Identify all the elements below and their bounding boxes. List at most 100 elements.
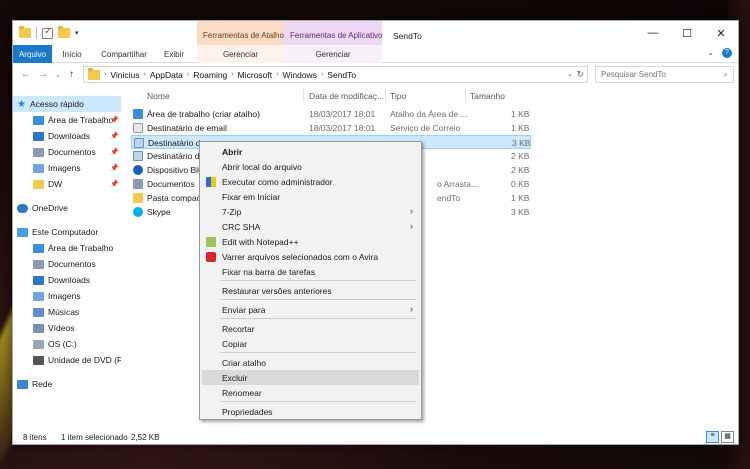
nav-onedrive[interactable]: OneDrive (13, 200, 121, 216)
breadcrumb-roaming[interactable]: Roaming (193, 70, 227, 80)
close-button[interactable]: ✕ (704, 21, 738, 45)
refresh-icon[interactable]: ↻ (576, 69, 584, 80)
nav-quick-downloads[interactable]: Downloads 📌 (13, 128, 121, 144)
nav-network[interactable]: Rede (13, 376, 121, 392)
documents-icon (133, 179, 143, 189)
properties-icon[interactable] (42, 26, 53, 39)
file-name: Destinatário de email (147, 123, 227, 133)
nav-pc-drive-c[interactable]: OS (C:) (13, 336, 121, 352)
chevron-right-icon: › (104, 71, 107, 78)
tab-manage-shortcut[interactable]: Gerenciar (197, 45, 284, 63)
menu-item-restore-versions[interactable]: Restaurar versões anteriores (202, 283, 419, 298)
file-name: Área de trabalho (criar atalho) (147, 109, 260, 119)
address-bar[interactable]: › Vinicius › AppData › Roaming › Microso… (83, 66, 588, 83)
nav-quick-dw[interactable]: DW 📌 (13, 176, 121, 192)
pin-icon: 📌 (110, 117, 119, 124)
menu-item-pin-taskbar[interactable]: Fixar na barra de tarefas (202, 264, 419, 279)
chevron-right-icon: › (410, 304, 413, 314)
large-icons-view-icon[interactable]: ▦ (721, 431, 734, 443)
file-name: Destinatário de (148, 138, 206, 148)
view-switcher: ≡ ▦ (706, 431, 734, 443)
menu-item-cut[interactable]: Recortar (202, 321, 419, 336)
breadcrumb-microsoft[interactable]: Microsoft (238, 70, 272, 80)
file-row[interactable]: Destinatário de email 18/03/2017 18:01 S… (131, 121, 531, 135)
chevron-down-icon[interactable]: ⌄ (567, 70, 573, 78)
navigation-pane: ★ Acesso rápido Área de Trabalho 📌 Downl… (13, 88, 121, 428)
menu-item-rename[interactable]: Renomear (202, 385, 419, 400)
nav-pc-pictures[interactable]: Imagens (13, 288, 121, 304)
expand-ribbon-icon[interactable]: ⌄ (707, 48, 714, 58)
column-divider[interactable] (385, 88, 386, 102)
menu-item-send-to[interactable]: Enviar para › (202, 302, 419, 317)
file-type: Atalho da Área de ... (390, 109, 468, 119)
chevron-right-icon: › (231, 71, 234, 78)
back-icon[interactable]: ← (21, 69, 31, 80)
nav-label: Área de Trabalho (48, 243, 114, 253)
column-header-name[interactable]: Nome (147, 91, 170, 105)
nav-label: Área de Trabalho (48, 115, 114, 125)
nav-pc-videos[interactable]: Vídeos (13, 320, 121, 336)
details-view-icon[interactable]: ≡ (706, 431, 719, 443)
menu-item-pin-start[interactable]: Fixar em Iniciar (202, 189, 419, 204)
nav-pc-music[interactable]: Músicas (13, 304, 121, 320)
file-date: 18/03/2017 18:01 (309, 109, 376, 119)
file-size: 3 KB (512, 138, 531, 148)
file-name: Skype (147, 207, 171, 217)
breadcrumb-appdata[interactable]: AppData (150, 70, 183, 80)
nav-quick-pictures[interactable]: Imagens 📌 (13, 160, 121, 176)
column-divider[interactable] (303, 88, 304, 102)
tab-home[interactable]: Início (57, 45, 87, 63)
search-input[interactable]: Pesquisar SendTo ⌕ (595, 66, 734, 83)
tab-file[interactable]: Arquivo (13, 45, 52, 63)
nav-pc-dvd[interactable]: Unidade de DVD (F: (13, 352, 121, 368)
folder-icon (33, 179, 44, 189)
toolbar-divider (36, 27, 37, 39)
tab-view[interactable]: Exibir (161, 45, 187, 63)
new-folder-icon[interactable] (58, 26, 70, 38)
menu-item-open-file-location[interactable]: Abrir local do arquivo (202, 159, 419, 174)
column-header-size[interactable]: Tamanho (470, 91, 505, 105)
nav-pc-documents[interactable]: Documentos (13, 256, 121, 272)
menu-item-create-shortcut[interactable]: Criar atalho (202, 355, 419, 370)
nav-quick-desktop[interactable]: Área de Trabalho 📌 (13, 112, 121, 128)
folder-icon (88, 67, 100, 80)
file-type: Serviço de Correio (390, 123, 461, 133)
help-icon[interactable]: ? (722, 48, 732, 58)
shortcut-tools-header: Ferramentas de Atalho (197, 21, 284, 45)
nav-quick-access[interactable]: ★ Acesso rápido (13, 96, 121, 112)
breadcrumb-sendto[interactable]: SendTo (327, 70, 356, 80)
nav-pc-downloads[interactable]: Downloads (13, 272, 121, 288)
menu-item-run-as-admin[interactable]: Executar como administrador (202, 174, 419, 189)
chevron-right-icon: › (143, 71, 146, 78)
nav-quick-documents[interactable]: Documentos 📌 (13, 144, 121, 160)
menu-item-delete[interactable]: Excluir (202, 370, 419, 385)
nav-label: Documentos (48, 147, 96, 157)
column-header-type[interactable]: Tipo (390, 91, 406, 105)
minimize-button[interactable]: — (636, 21, 670, 45)
menu-item-copy[interactable]: Copiar (202, 336, 419, 351)
tab-share[interactable]: Compartilhar (97, 45, 151, 63)
file-type: o Arrasta... (437, 179, 479, 189)
nav-this-pc[interactable]: Este Computador (13, 224, 121, 240)
column-divider[interactable] (465, 88, 466, 102)
menu-item-properties[interactable]: Propriedades (202, 404, 419, 419)
menu-item-7zip[interactable]: 7-Zip › (202, 204, 419, 219)
menu-item-edit-notepadpp[interactable]: Edit with Notepad++ (202, 234, 419, 249)
menu-item-open[interactable]: Abrir (202, 144, 419, 159)
breadcrumb-vinicius[interactable]: Vinicius (110, 70, 139, 80)
forward-icon[interactable]: → (38, 69, 48, 80)
nav-pc-desktop[interactable]: Área de Trabalho (13, 240, 121, 256)
breadcrumb-windows[interactable]: Windows (282, 70, 316, 80)
column-header-date[interactable]: Data de modificaç... (309, 91, 384, 105)
recent-locations-icon[interactable]: ⌄ (55, 71, 61, 79)
maximize-button[interactable]: ☐ (670, 21, 704, 45)
status-bar: 8 itens 1 item selecionado 2,52 KB ≡ ▦ (13, 431, 738, 445)
tab-manage-application[interactable]: Gerenciar (284, 45, 382, 63)
menu-item-avira-scan[interactable]: Varrer arquivos selecionados com o Avira (202, 249, 419, 264)
file-row[interactable]: Área de trabalho (criar atalho) 18/03/20… (131, 107, 531, 121)
up-icon[interactable]: ↑ (69, 69, 74, 80)
menu-item-crc-sha[interactable]: CRC SHA › (202, 219, 419, 234)
customize-toolbar-icon[interactable]: ▾ (75, 29, 79, 37)
quick-access-toolbar: ▾ (19, 26, 79, 39)
window-controls: — ☐ ✕ (636, 21, 738, 45)
